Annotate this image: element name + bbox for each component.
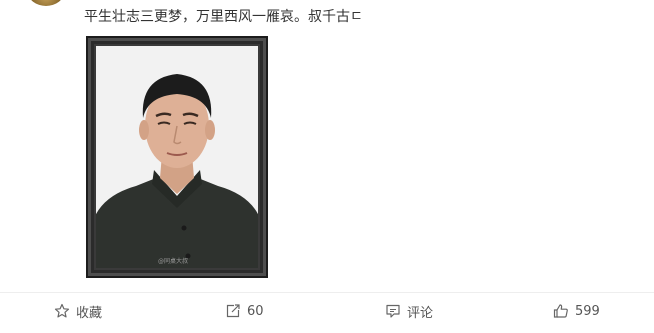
star-icon [54, 303, 70, 318]
post-text-end-glyph: ㄷ [350, 9, 363, 25]
post-text-body: 平生壮志三更梦，万里西风一雁哀。叔千古 [84, 9, 350, 25]
repost-icon [226, 304, 240, 318]
thumbs-up-icon [553, 304, 568, 318]
avatar[interactable] [28, 0, 64, 6]
favorite-label: 收藏 [76, 305, 103, 321]
favorite-button[interactable]: 收藏 [54, 300, 102, 322]
comment-icon [386, 304, 400, 318]
portrait-image: @同桌大叔 [96, 46, 258, 268]
repost-button[interactable]: 60 [225, 300, 264, 322]
memorial-photo[interactable]: @同桌大叔 [86, 36, 268, 278]
comment-button[interactable]: 评论 [385, 300, 433, 322]
action-bar-divider [0, 292, 654, 293]
comment-label: 评论 [407, 305, 434, 321]
post-text: 平生壮志三更梦，万里西风一雁哀。叔千古ㄷ [84, 6, 363, 28]
like-count: 599 [575, 303, 600, 319]
like-button[interactable]: 599 [553, 300, 600, 322]
repost-count: 60 [247, 303, 264, 319]
portrait-illustration [96, 46, 258, 268]
image-watermark: @同桌大叔 [158, 258, 189, 265]
weibo-post: 平生壮志三更梦，万里西风一雁哀。叔千古ㄷ @同桌大叔 收藏 60 评论 599 [0, 0, 654, 333]
